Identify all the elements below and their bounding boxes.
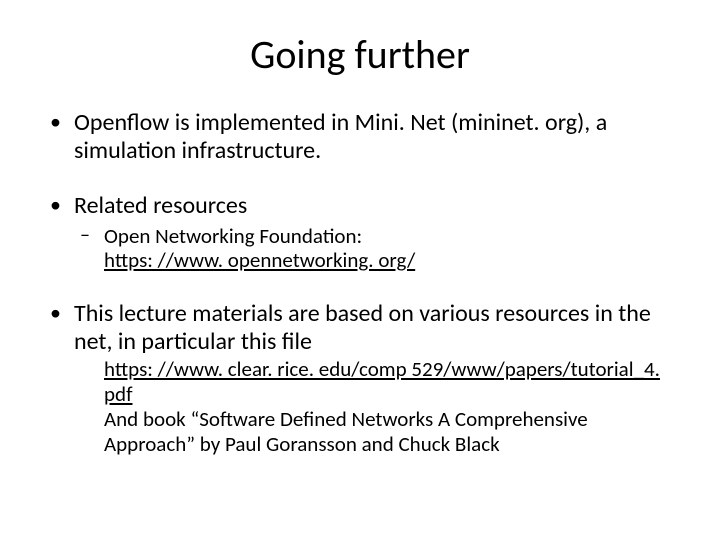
sub-list-2: Open Networking Foundation: https: //www…: [74, 224, 680, 272]
sub-item-2-1: Open Networking Foundation: https: //www…: [74, 224, 680, 272]
book-reference-text: And book “Software Defined Networks A Co…: [104, 406, 588, 457]
bullet-text-1: Openflow is implemented in Mini. Net (mi…: [74, 108, 607, 165]
bullet-list: Openflow is implemented in Mini. Net (mi…: [40, 109, 680, 456]
bullet-item-3: This lecture materials are based on vari…: [40, 300, 680, 456]
bullet-text-3: This lecture materials are based on vari…: [74, 299, 651, 356]
opennetworking-link[interactable]: https: //www. opennetworking. org/: [104, 247, 415, 273]
slide: Going further Openflow is implemented in…: [0, 0, 720, 540]
bullet-text-2: Related resources: [74, 191, 247, 220]
bullet-item-1: Openflow is implemented in Mini. Net (mi…: [40, 109, 680, 164]
rice-tutorial-link[interactable]: https: //www. clear. rice. edu/comp 529/…: [104, 356, 660, 407]
sub-block-3: https: //www. clear. rice. edu/comp 529/…: [74, 357, 680, 456]
bullet-item-2: Related resources Open Networking Founda…: [40, 192, 680, 272]
sub-label-2-1: Open Networking Foundation:: [104, 223, 362, 249]
slide-title: Going further: [40, 30, 680, 79]
